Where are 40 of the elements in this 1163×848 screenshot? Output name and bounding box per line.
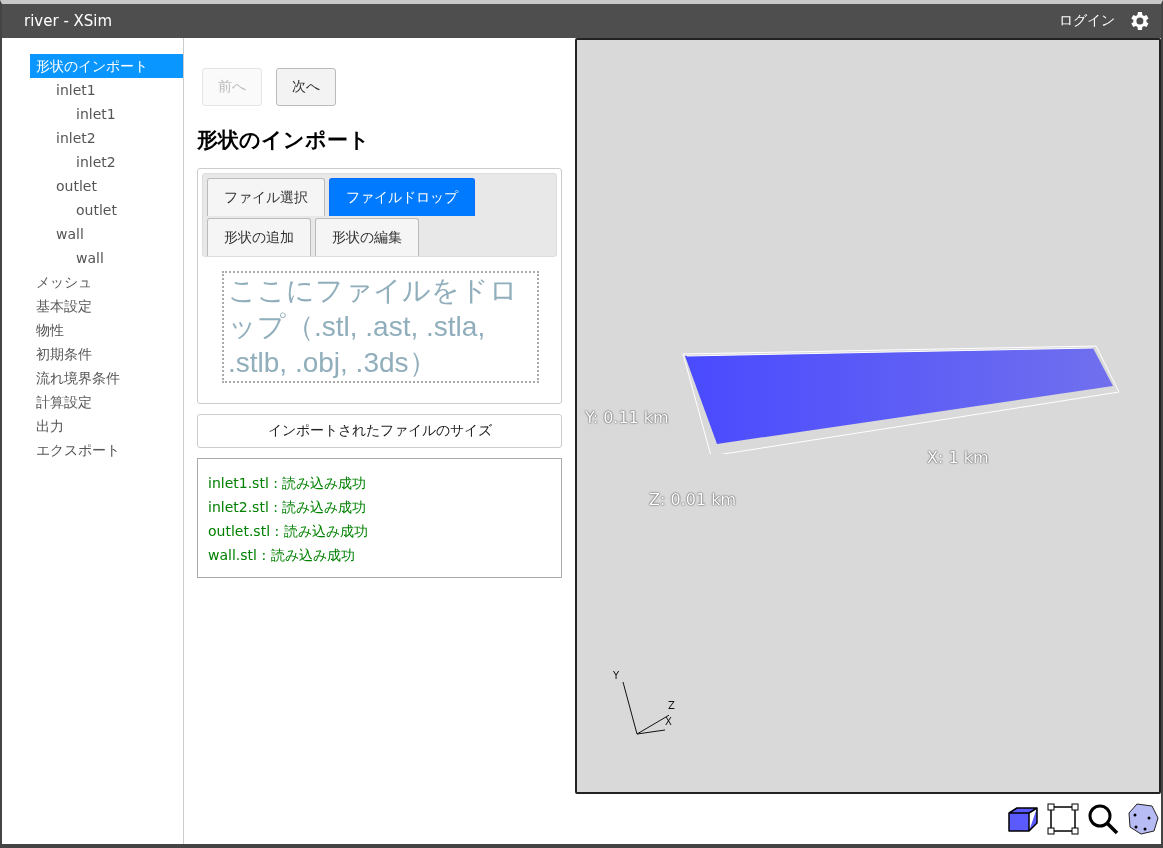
tab[interactable]: 形状の編集 <box>315 218 419 256</box>
window-title: river - XSim <box>24 12 113 30</box>
log-line: inlet2.stl : 読み込み成功 <box>208 498 368 517</box>
dimension-label: X: 1 km <box>927 448 989 467</box>
tree-item[interactable]: メッシュ <box>30 270 183 294</box>
tree-item[interactable]: 流れ境界条件 <box>30 366 183 390</box>
log-line: outlet.stl : 読み込み成功 <box>208 522 369 541</box>
tree-item[interactable]: outlet <box>50 174 183 198</box>
tree-item[interactable]: inlet2 <box>50 126 183 150</box>
axis-label: X <box>665 716 672 727</box>
tree-item[interactable]: 基本設定 <box>30 294 183 318</box>
bounding-box-icon[interactable] <box>1047 803 1079 835</box>
tree-item[interactable]: 初期条件 <box>30 342 183 366</box>
dimension-label: Y: 0.11 km <box>585 408 669 427</box>
file-size-button[interactable]: インポートされたファイルのサイズ <box>197 414 562 448</box>
cube-icon[interactable] <box>1007 805 1039 833</box>
axis-label: Z <box>668 700 675 711</box>
dimension-label: Z: 0.01 km <box>649 490 736 509</box>
tree-item[interactable]: 出力 <box>30 414 183 438</box>
tree-item[interactable]: 計算設定 <box>30 390 183 414</box>
tab[interactable]: 形状の追加 <box>207 218 311 256</box>
tree-item[interactable]: outlet <box>70 198 183 222</box>
tree-item[interactable]: エクスポート <box>30 438 183 462</box>
tree-item[interactable]: 物性 <box>30 318 183 342</box>
tab[interactable]: ファイルドロップ <box>329 178 475 216</box>
tree-item[interactable]: wall <box>70 246 183 270</box>
axis-label: Y <box>613 670 620 681</box>
section-heading: 形状のインポート <box>197 127 371 154</box>
3d-viewport[interactable]: Y: 0.11 km X: 1 km Z: 0.01 km Y Z X <box>575 38 1161 794</box>
tree-item[interactable]: inlet1 <box>50 78 183 102</box>
next-button[interactable]: 次へ <box>276 68 336 106</box>
log-line: inlet1.stl : 読み込み成功 <box>208 474 368 493</box>
tree-item[interactable]: inlet2 <box>70 150 183 174</box>
tree-item[interactable]: inlet1 <box>70 102 183 126</box>
tab[interactable]: ファイル選択 <box>207 178 325 216</box>
log-line: wall.stl : 読み込み成功 <box>208 546 356 565</box>
login-link[interactable]: ログイン <box>1059 12 1115 30</box>
polyhedron-icon[interactable] <box>1127 803 1159 835</box>
tree-item[interactable]: wall <box>50 222 183 246</box>
search-icon[interactable] <box>1087 803 1119 835</box>
